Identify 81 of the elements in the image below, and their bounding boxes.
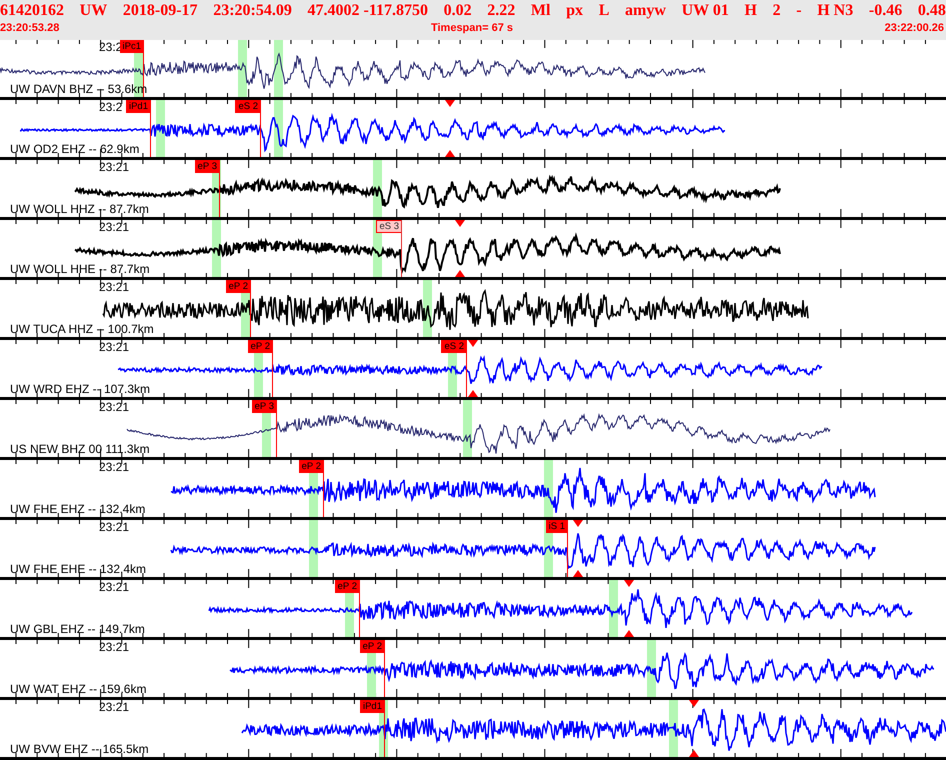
time-label: 23:21 — [99, 281, 130, 294]
pick-label[interactable]: iPd1 — [126, 100, 150, 113]
pick-line — [384, 640, 385, 698]
pick-label[interactable]: eP 2 — [226, 280, 250, 293]
event-field: 2018-09-17 — [122, 0, 198, 22]
station-label: UW BVW EHZ -- 165.5km — [10, 743, 149, 756]
event-field: UW 01 — [682, 0, 729, 22]
amplitude-marker-icon — [445, 100, 455, 157]
amplitude-marker-icon — [468, 340, 478, 397]
pick-window-band — [238, 40, 247, 97]
station-label: UW WAT EHZ -- 159.6km — [10, 683, 146, 696]
pick-line — [150, 100, 151, 158]
event-field: UW — [80, 0, 108, 22]
event-field: 2 — [772, 0, 781, 22]
station-label: US NEW BHZ 00 111.3km — [10, 443, 150, 456]
end-time: 23:22:00.26 — [884, 22, 944, 35]
event-field: L — [598, 0, 610, 22]
pick-label[interactable]: iS 1 — [546, 520, 567, 533]
pick-label[interactable]: eS 2 — [441, 340, 466, 353]
amplitude-marker-icon — [624, 580, 634, 637]
pick-label[interactable]: eP 3 — [252, 400, 276, 413]
pick-line — [401, 220, 402, 278]
pick-line — [567, 520, 568, 578]
time-label: 23:2 — [99, 101, 122, 114]
pick-label[interactable]: eP 2 — [334, 580, 359, 593]
pick-line — [323, 460, 324, 518]
event-field: 0.48 — [918, 0, 946, 22]
time-label: 23:21 — [99, 641, 130, 654]
time-label: 23:21 — [99, 341, 130, 354]
time-label: 23:21 — [99, 581, 130, 594]
event-field: amyw — [625, 0, 666, 22]
time-label: 23:21 — [99, 161, 130, 174]
time-label: 23:21 — [99, 401, 130, 414]
pick-window-band — [647, 640, 656, 697]
event-field: 61420162 — [0, 0, 64, 22]
amplitude-marker-icon — [455, 220, 465, 277]
pick-label[interactable]: eP 2 — [298, 460, 323, 473]
time-label: 23:21 — [99, 461, 130, 474]
amplitude-marker-icon — [689, 700, 699, 757]
pick-window-band — [274, 40, 283, 97]
event-field: - — [796, 0, 802, 22]
station-label: UW FHE EHE -- 132.4km — [10, 563, 146, 576]
pick-window-band — [609, 580, 618, 637]
pick-label[interactable]: eS 2 — [235, 100, 260, 113]
time-label: 23:21 — [99, 221, 130, 234]
event-field: 47.4002 -117.8750 — [308, 0, 428, 22]
event-field: px — [566, 0, 584, 22]
pick-line — [466, 340, 467, 398]
pick-label[interactable]: eP 3 — [194, 160, 219, 173]
pick-line — [250, 280, 251, 338]
event-field: 0.02 — [444, 0, 472, 22]
pick-line — [276, 400, 277, 458]
station-label: UW OD2 EHZ -- 62.9km — [10, 143, 140, 156]
pick-window-band — [669, 700, 678, 757]
pick-line — [272, 340, 273, 398]
pick-window-band — [212, 220, 221, 277]
event-field: -0.46 — [868, 0, 902, 22]
pick-label[interactable]: eS 3 — [376, 220, 401, 233]
pick-window-band — [463, 400, 472, 457]
event-field: 2.22 — [487, 0, 516, 22]
pick-window-band — [309, 520, 318, 577]
time-label: 23:21 — [99, 521, 130, 534]
pick-line — [260, 100, 261, 158]
event-field: Ml — [530, 0, 550, 22]
time-label: 23:21 — [99, 701, 130, 714]
event-field: H N3 — [817, 0, 854, 22]
event-field: H — [744, 0, 757, 22]
pick-label[interactable]: iPd1 — [360, 700, 384, 713]
start-time: 23:20:53.28 — [0, 22, 60, 35]
pick-label[interactable]: eP 2 — [360, 640, 384, 653]
pick-line — [219, 160, 220, 218]
station-label: UW FHE EHZ -- 132.4km — [10, 503, 146, 516]
event-field: 23:20:54.09 — [213, 0, 292, 22]
pick-line — [143, 40, 144, 98]
timespan-label: Timespan= 67 s — [430, 22, 514, 35]
pick-label[interactable]: iPc1 — [120, 40, 143, 53]
pick-line — [359, 580, 360, 638]
amplitude-marker-icon — [573, 520, 583, 577]
pick-label[interactable]: eP 2 — [248, 340, 272, 353]
pick-line — [384, 700, 385, 758]
station-label: UW GBL EHZ -- 149.7km — [10, 623, 145, 636]
